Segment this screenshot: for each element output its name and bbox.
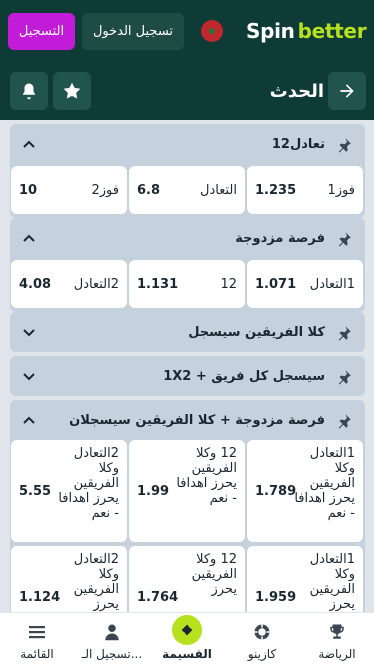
nav-casino[interactable]: كازينو [225, 613, 299, 667]
nav-label: الرياضة [318, 647, 356, 661]
odds-cell[interactable]: 2التعادل 4.08 [11, 260, 127, 308]
odds-value: 1.235 [255, 182, 297, 198]
nav-label: القائمة [20, 647, 54, 661]
market-header[interactable]: 1تعادل2 [10, 124, 365, 164]
odds-label: 12 وكلا الفريقين يحرز اهدافا - نعم [176, 446, 237, 506]
odds-value: 4.08 [19, 276, 52, 292]
odds-cell[interactable]: 12 وكلا الفريقين يحرز اهدافا - نعم 1.99 [129, 440, 245, 542]
odds-label: 1التعادل وكلا الفريقين يحرز [309, 552, 355, 612]
odds-cell[interactable]: فوز2 10 [11, 166, 127, 214]
market-double-chance-btts: فرصة مزدوجة + كلا الفريقين سيسجلان 1التع… [10, 400, 365, 612]
odds-value: 1.131 [137, 276, 179, 292]
odds-label: 2التعادل وكلا الفريقين يحرز اهدافا - نعم [58, 446, 119, 521]
market-both-teams-score[interactable]: كلا الفريقين سيسجل [10, 312, 365, 352]
market-header[interactable]: فرصة مزدوجة + كلا الفريقين سيسجلان [10, 400, 365, 440]
pin-icon[interactable] [335, 368, 353, 386]
notifications-button[interactable] [10, 72, 48, 110]
nav-label: القسيمة [162, 647, 212, 661]
odds-label: 12 [220, 276, 237, 292]
chevron-up-icon [23, 140, 35, 148]
pin-icon[interactable] [335, 324, 353, 342]
nav-register[interactable]: تسجيل الـ... [75, 613, 149, 667]
odds-cell[interactable]: 12 1.131 [129, 260, 245, 308]
nav-label: تسجيل الـ... [81, 647, 143, 661]
login-button[interactable]: تسجيل الدخول [82, 13, 184, 50]
market-header[interactable]: كلا الفريقين سيسجل [10, 312, 365, 352]
odds-label: فوز2 [91, 182, 120, 198]
brand-logo[interactable]: Spin better [246, 19, 367, 47]
nav-sports[interactable]: الرياضة [300, 613, 374, 667]
odds-value: 1.764 [137, 589, 179, 605]
nav-label: كازينو [247, 647, 277, 661]
odds-value: 10 [19, 182, 38, 198]
market-title: كلا الفريقين سيسجل [188, 324, 325, 340]
market-1x2: 1تعادل2 فوز1 1.235 التعادل 6.8 فوز2 10 [10, 124, 365, 218]
odds-cell[interactable]: فوز1 1.235 [247, 166, 363, 214]
odds-cell[interactable]: 1التعادل 1.071 [247, 260, 363, 308]
odds-label: 2التعادل [73, 276, 119, 292]
odds-value: 1.789 [255, 483, 297, 499]
odds-cell[interactable]: 12 وكلا الفريقين يحرز 1.764 [129, 546, 245, 612]
market-title: 1تعادل2 [271, 136, 325, 152]
markets-list[interactable]: 1تعادل2 فوز1 1.235 التعادل 6.8 فوز2 10 ف… [0, 120, 374, 612]
nav-menu[interactable]: القائمة [0, 613, 74, 667]
bell-icon [23, 83, 35, 100]
nav-betslip[interactable]: القسيمة [150, 613, 224, 667]
back-button[interactable] [328, 72, 366, 110]
odds-label: التعادل [200, 182, 237, 198]
market-header[interactable]: 1X2 + سيسجل كل فريق [10, 356, 365, 396]
trophy-icon [327, 622, 347, 642]
favorite-button[interactable] [53, 72, 91, 110]
market-1x2-each-team-scores[interactable]: 1X2 + سيسجل كل فريق [10, 356, 365, 396]
page-title: الحدث [269, 80, 324, 102]
odds-value: 1.959 [255, 589, 297, 605]
odds-cell[interactable]: 2التعادل وكلا الفريقين يحرز 1.124 [11, 546, 127, 612]
chevron-up-icon [23, 416, 35, 424]
market-title: فرصة مزدوجة [235, 230, 325, 246]
odds-label: 2التعادل وكلا الفريقين يحرز [73, 552, 119, 612]
market-title: فرصة مزدوجة + كلا الفريقين سيسجلان [69, 412, 325, 428]
market-double-chance: فرصة مزدوجة 1التعادل 1.071 12 1.131 2الت… [10, 218, 365, 312]
odds-value: 6.8 [137, 182, 161, 198]
user-icon [102, 622, 122, 642]
star-icon [63, 82, 81, 99]
odds-cell[interactable]: 2التعادل وكلا الفريقين يحرز اهدافا - نعم… [11, 440, 127, 542]
arrow-right-icon [340, 84, 354, 98]
casino-chip-icon [252, 622, 272, 642]
odds-cell[interactable]: التعادل 6.8 [129, 166, 245, 214]
register-button[interactable]: التسجيل [8, 13, 75, 50]
bottom-navigation: القائمة تسجيل الـ... القسيمة كازينو الري… [0, 612, 374, 667]
pin-icon[interactable] [335, 136, 353, 154]
logo-better-text: better [297, 19, 367, 43]
odds-value: 5.55 [19, 483, 52, 499]
pin-icon[interactable] [335, 230, 353, 248]
odds-label: 1التعادل وكلا الفريقين يحرز اهدافا - نعم [294, 446, 355, 521]
odds-cell[interactable]: 1التعادل وكلا الفريقين يحرز 1.959 [247, 546, 363, 612]
odds-value: 1.124 [19, 589, 61, 605]
odds-label: فوز1 [327, 182, 356, 198]
chevron-down-icon [23, 373, 35, 381]
chevron-up-icon [23, 234, 35, 242]
chevron-down-icon [23, 329, 35, 337]
morocco-flag-icon[interactable]: ★ [201, 20, 223, 42]
menu-icon [27, 622, 47, 642]
odds-cell[interactable]: 1التعادل وكلا الفريقين يحرز اهدافا - نعم… [247, 440, 363, 542]
odds-label: 12 وكلا الفريقين يحرز [191, 552, 237, 597]
market-title: 1X2 + سيسجل كل فريق [163, 368, 325, 384]
odds-value: 1.99 [137, 483, 170, 499]
logo-spin-text: Spin [246, 19, 295, 43]
market-header[interactable]: فرصة مزدوجة [10, 218, 365, 258]
odds-value: 1.071 [255, 276, 297, 292]
ticket-icon [172, 615, 202, 645]
pin-icon[interactable] [335, 412, 353, 430]
odds-label: 1التعادل [309, 276, 355, 292]
